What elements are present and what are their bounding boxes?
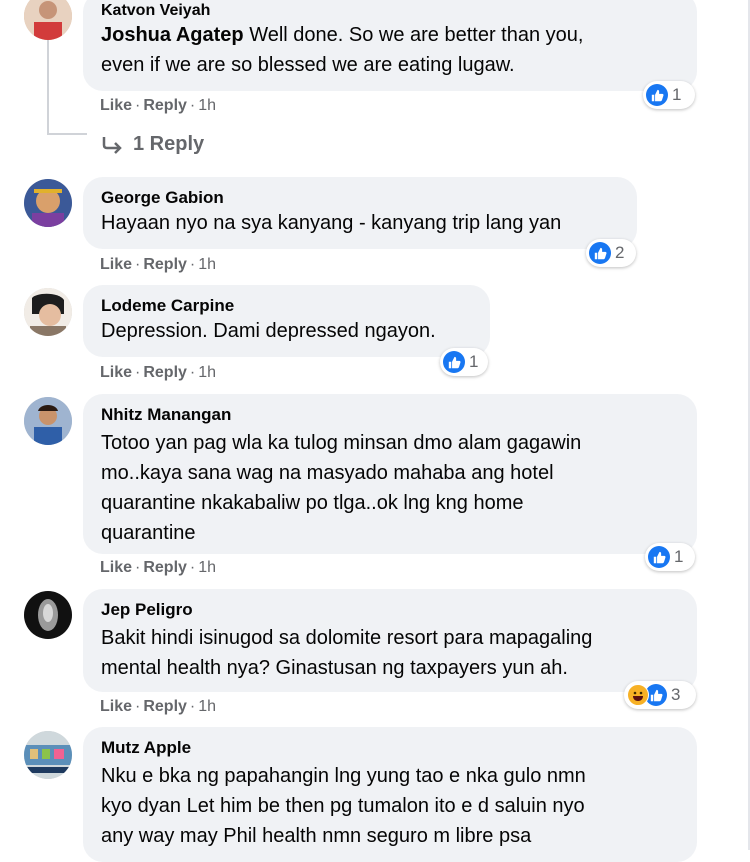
comment-actions: Like · Reply · 1h <box>100 559 217 576</box>
comment-actions: Like · Reply · 1h <box>100 698 217 715</box>
reaction-count[interactable]: 2 <box>586 239 636 267</box>
comment-text: Depression. Dami depressed ngayon. <box>101 320 436 342</box>
reaction-count-label: 3 <box>671 685 681 704</box>
comment-actions: Like · Reply · 1h <box>100 256 217 273</box>
comment-text-line: Totoo yan pag wla ka tulog minsan dmo al… <box>101 432 582 454</box>
comment-text-line: Well done. So we are better than you, <box>249 24 584 46</box>
like-reaction-icon <box>589 242 611 264</box>
reaction-count[interactable]: 1 <box>643 81 695 109</box>
haha-reaction-icon <box>627 684 649 706</box>
avatar[interactable] <box>24 179 72 227</box>
comment-text-line: even if we are so blessed we are eating … <box>101 54 515 76</box>
comment-text: Hayaan nyo na sya kanyang - kanyang trip… <box>101 212 562 234</box>
comment-text-line: Nku e bka ng papahangin lng yung tao e n… <box>101 765 586 787</box>
avatar[interactable] <box>24 731 72 779</box>
reaction-count-label: 1 <box>469 352 479 371</box>
like-button[interactable]: Like <box>100 256 132 273</box>
comment-author[interactable]: George Gabion <box>101 187 620 209</box>
comment-text: Totoo yan pag wla ka tulog minsan dmo al… <box>101 428 680 548</box>
comment-text-line: any way may Phil health nmn seguro m lib… <box>101 825 532 847</box>
like-reaction-icon <box>443 351 465 373</box>
mention-link[interactable]: Joshua Agatep <box>101 24 244 46</box>
comment-text-line: kyo dyan Let him be then pg tumalon ito … <box>101 795 585 817</box>
comment-text: Nku e bka ng papahangin lng yung tao e n… <box>101 761 680 851</box>
like-button[interactable]: Like <box>100 559 132 576</box>
comment-author[interactable]: Lodeme Carpine <box>101 295 473 317</box>
like-button[interactable]: Like <box>100 698 132 715</box>
comment-author[interactable]: Jep Peligro <box>101 599 680 621</box>
comment-bubble: George Gabion Hayaan nyo na sya kanyang … <box>83 177 637 249</box>
view-replies-link[interactable]: 1 Reply <box>101 133 204 156</box>
reaction-count-label: 1 <box>674 547 684 566</box>
comment-actions: Like · Reply · 1h <box>100 97 217 114</box>
avatar[interactable] <box>24 591 72 639</box>
reaction-count-label: 1 <box>672 85 682 104</box>
comment-author[interactable]: Mutz Apple <box>101 737 680 759</box>
comment-author[interactable]: Nhitz Manangan <box>101 404 680 426</box>
thread-line <box>47 40 49 135</box>
comment-time[interactable]: 1h <box>198 256 216 273</box>
reply-button[interactable]: Reply <box>143 97 187 114</box>
reaction-count-label: 2 <box>615 243 625 262</box>
like-reaction-icon <box>648 546 670 568</box>
reply-button[interactable]: Reply <box>143 698 187 715</box>
comment-text: Bakit hindi isinugod sa dolomite resort … <box>101 623 680 683</box>
avatar[interactable] <box>24 288 72 336</box>
comment-author[interactable]: Katvon Veiyah <box>101 2 680 20</box>
comment-time[interactable]: 1h <box>198 698 216 715</box>
comment-bubble: Nhitz Manangan Totoo yan pag wla ka tulo… <box>83 394 697 554</box>
reply-button[interactable]: Reply <box>143 559 187 576</box>
comment-text-line: mo..kaya sana wag na masyado mahaba ang … <box>101 462 554 484</box>
comment-bubble: Lodeme Carpine Depression. Dami depresse… <box>83 285 490 357</box>
like-button[interactable]: Like <box>100 97 132 114</box>
reply-button[interactable]: Reply <box>143 256 187 273</box>
like-reaction-icon <box>646 84 668 106</box>
comment-time[interactable]: 1h <box>198 559 216 576</box>
view-replies-label: 1 Reply <box>133 133 205 155</box>
reply-button[interactable]: Reply <box>143 364 187 381</box>
avatar[interactable] <box>24 0 72 40</box>
reaction-count[interactable]: 1 <box>440 348 488 376</box>
avatar[interactable] <box>24 397 72 445</box>
comment-time[interactable]: 1h <box>198 364 216 381</box>
comment-text-line: quarantine nkakabaliw po tlga..ok lng kn… <box>101 492 524 514</box>
like-button[interactable]: Like <box>100 364 132 381</box>
comment-actions: Like · Reply · 1h <box>100 364 217 381</box>
comment-bubble: Mutz Apple Nku e bka ng papahangin lng y… <box>83 727 697 862</box>
comment-text: Joshua Agatep Well done. So we are bette… <box>101 20 680 80</box>
comment-bubble: Jep Peligro Bakit hindi isinugod sa dolo… <box>83 589 697 692</box>
reply-arrow-icon <box>102 136 122 154</box>
comment-time[interactable]: 1h <box>198 97 216 114</box>
comment-text-line: quarantine <box>101 522 196 544</box>
thread-line <box>47 133 87 135</box>
reaction-count[interactable]: 1 <box>645 543 695 571</box>
comment-bubble: Katvon Veiyah Joshua Agatep Well done. S… <box>83 0 697 91</box>
comment-text-line: Bakit hindi isinugod sa dolomite resort … <box>101 627 593 649</box>
comment-text-line: mental health nya? Ginastusan ng taxpaye… <box>101 657 568 679</box>
reaction-count[interactable]: 3 <box>624 681 696 709</box>
